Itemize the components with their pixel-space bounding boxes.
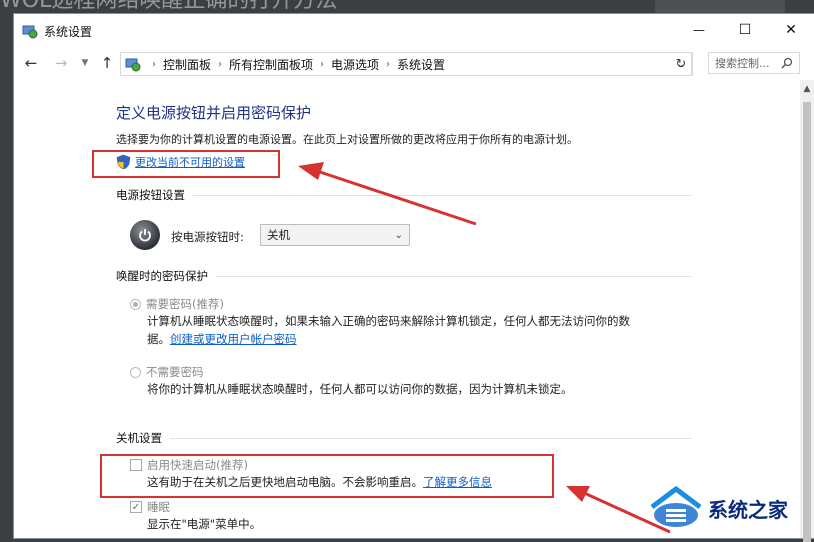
background-element: [655, 0, 785, 14]
breadcrumb-system-settings[interactable]: 系统设置: [397, 56, 445, 73]
divider: [170, 437, 692, 439]
annotation-box-fast-startup: [100, 454, 554, 498]
power-icon: [139, 229, 151, 242]
wake-password-section-title: 唤醒时的密码保护: [116, 269, 208, 283]
recent-locations-button[interactable]: ▼: [74, 53, 96, 73]
breadcrumb-separator-icon: ›: [218, 58, 223, 70]
page-title: 定义电源按钮并启用密码保护: [116, 104, 312, 122]
vertical-scrollbar[interactable]: ▲: [800, 80, 814, 542]
require-password-radio[interactable]: [130, 298, 141, 310]
address-bar[interactable]: › 控制面板 › 所有控制面板项 › 电源选项 › 系统设置 ⌄: [120, 52, 692, 76]
back-button[interactable]: ←: [20, 53, 42, 73]
no-password-label: 不需要密码: [146, 365, 204, 379]
watermark-text: 系统之家: [708, 497, 788, 522]
breadcrumb-separator-icon: ›: [320, 58, 325, 70]
breadcrumb-control-panel[interactable]: 控制面板: [163, 56, 211, 73]
breadcrumb-all-items[interactable]: 所有控制面板项: [229, 56, 313, 73]
forward-arrow-icon: →: [54, 54, 68, 72]
breadcrumb-power-options[interactable]: 电源选项: [331, 56, 379, 73]
settings-content: 定义电源按钮并启用密码保护 选择要为你的计算机设置的电源设置。在此页上对设置所做…: [14, 80, 800, 538]
require-password-label: 需要密码(推荐): [146, 297, 224, 311]
require-password-desc-line1: 计算机从睡眠状态唤醒时，如果未输入正确的密码来解除计算机锁定，任何人都无法访问你…: [147, 314, 630, 328]
require-password-description: 计算机从睡眠状态唤醒时，如果未输入正确的密码来解除计算机锁定，任何人都无法访问你…: [147, 312, 630, 348]
search-box[interactable]: 搜索控制...: [708, 52, 800, 74]
house-logo-icon: [650, 485, 702, 527]
shutdown-section-title: 关机设置: [116, 431, 162, 445]
up-arrow-icon: ↑: [100, 54, 114, 72]
checkmark-icon: ✓: [131, 501, 141, 513]
up-button[interactable]: ↑: [96, 53, 118, 73]
search-input[interactable]: 搜索控制...: [715, 55, 770, 71]
shutdown-section-header: 关机设置: [116, 430, 692, 446]
minimize-button[interactable]: —: [676, 14, 722, 46]
window-title: 系统设置: [44, 25, 93, 39]
breadcrumb-separator-icon: ›: [386, 58, 391, 70]
chevron-down-icon: ▼: [81, 58, 89, 68]
breadcrumb-separator-icon: ›: [152, 58, 156, 70]
back-arrow-icon: ←: [24, 54, 38, 72]
close-icon: ✕: [785, 22, 797, 38]
sleep-label: 睡眠: [147, 500, 170, 514]
search-icon: [781, 57, 793, 69]
require-password-option[interactable]: 需要密码(推荐): [130, 296, 224, 312]
title-bar: 系统设置 — ☐ ✕: [14, 14, 814, 46]
power-button-section-title: 电源按钮设置: [116, 188, 185, 202]
sleep-checkbox[interactable]: ✓: [130, 501, 142, 513]
scrollbar-thumb[interactable]: [803, 102, 811, 542]
power-button-icon: [130, 220, 160, 250]
divider: [216, 275, 692, 277]
sleep-option[interactable]: ✓ 睡眠: [130, 499, 170, 515]
forward-button[interactable]: →: [50, 53, 72, 73]
maximize-icon: ☐: [738, 22, 752, 38]
chevron-down-icon: ⌄: [394, 229, 403, 241]
page-description: 选择要为你的计算机设置的电源设置。在此页上对设置所做的更改将应用于你所有的电源计…: [116, 133, 578, 146]
control-panel-icon: [125, 58, 141, 72]
power-button-action-value: 关机: [267, 228, 290, 242]
create-password-link[interactable]: 创建或更改用户帐户密码: [170, 332, 297, 346]
wake-password-section-header: 唤醒时的密码保护: [116, 268, 692, 284]
address-row: ← → ▼ ↑ › 控制面板 › 所有控制面板项 › 电源选项 › 系统设置 ⌄…: [14, 46, 814, 80]
site-watermark: 系统之家: [648, 478, 814, 538]
control-panel-icon: [22, 25, 38, 39]
minimize-icon: —: [693, 23, 705, 37]
refresh-icon: ↻: [675, 56, 687, 72]
no-password-option[interactable]: 不需要密码: [130, 364, 204, 380]
annotation-box-change-settings: [92, 150, 280, 178]
maximize-button[interactable]: ☐: [722, 14, 768, 46]
sleep-description: 显示在"电源"菜单中。: [147, 517, 262, 531]
no-password-description: 将你的计算机从睡眠状态唤醒时，任何人都可以访问你的数据，因为计算机未锁定。: [147, 382, 573, 396]
annotation-arrow-top: [298, 162, 477, 226]
refresh-button[interactable]: ↻: [670, 52, 693, 76]
scroll-up-icon[interactable]: ▲: [800, 84, 814, 98]
power-button-label: 按电源按钮时:: [171, 230, 244, 244]
system-settings-window: 系统设置 — ☐ ✕ ← → ▼ ↑ › 控制面板 › 所有控制面板项 › 电源…: [14, 14, 814, 542]
close-button[interactable]: ✕: [768, 14, 814, 46]
require-password-desc-line2: 据。: [147, 332, 170, 346]
no-password-radio[interactable]: [130, 366, 141, 378]
